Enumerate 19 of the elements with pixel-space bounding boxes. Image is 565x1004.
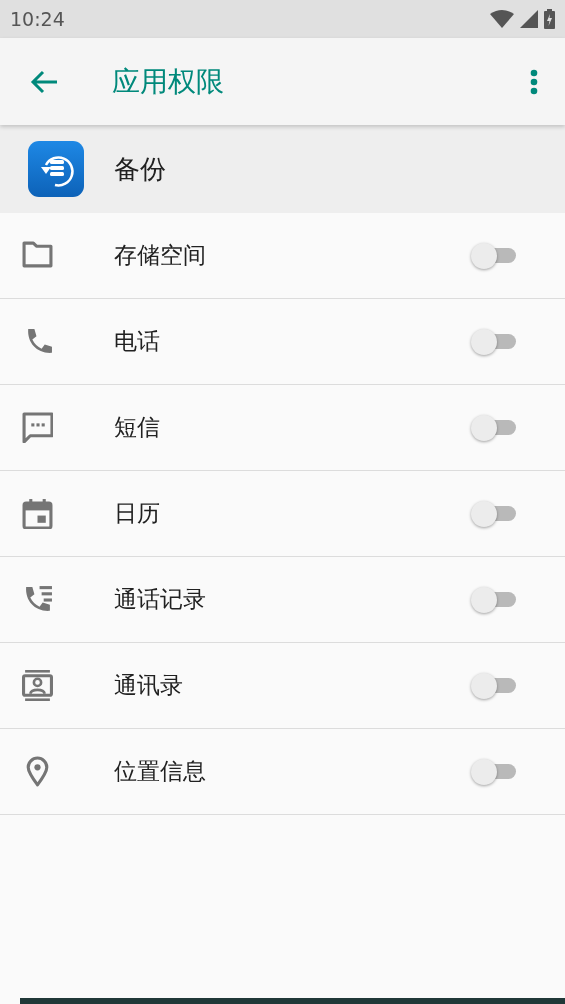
battery-icon <box>544 9 555 29</box>
app-name: 备份 <box>114 152 166 186</box>
back-arrow-icon <box>30 69 58 94</box>
wifi-icon <box>490 10 514 28</box>
permission-label: 短信 <box>114 413 161 442</box>
toolbar-title: 应用权限 <box>112 63 225 100</box>
permission-label: 电话 <box>114 327 161 356</box>
signal-icon <box>520 10 538 28</box>
permission-label: 通讯录 <box>114 671 184 700</box>
more-vert-icon <box>530 68 538 95</box>
status-time: 10:24 <box>10 8 65 30</box>
permission-label: 位置信息 <box>114 757 207 786</box>
calendar-icon <box>22 498 53 529</box>
permission-label: 日历 <box>114 499 161 528</box>
app-icon <box>28 141 84 197</box>
permission-label: 存储空间 <box>114 241 207 270</box>
permission-label: 通话记录 <box>114 585 207 614</box>
contact-card-icon <box>22 670 53 701</box>
message-icon <box>22 412 53 443</box>
